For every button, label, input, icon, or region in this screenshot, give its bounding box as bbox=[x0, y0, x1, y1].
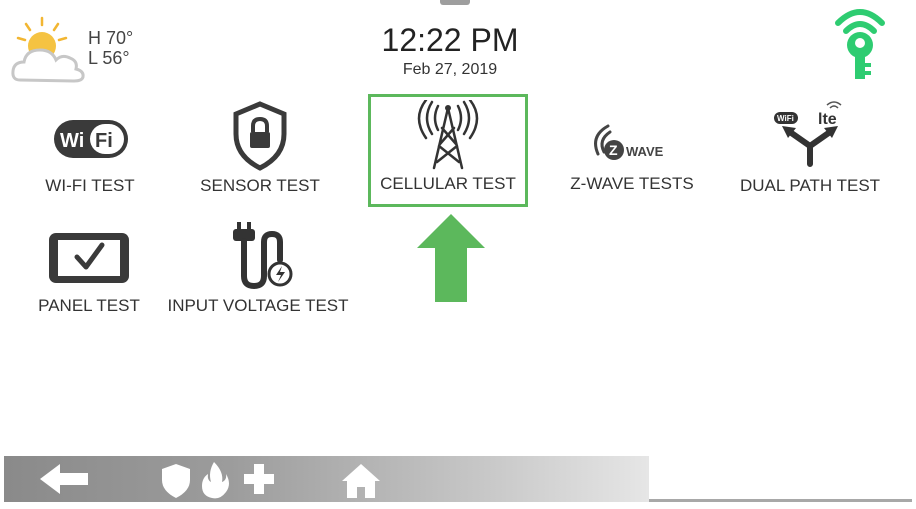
shield-lock-icon bbox=[233, 101, 287, 171]
tile-label: SENSOR TEST bbox=[200, 176, 320, 195]
svg-text:Z: Z bbox=[609, 142, 618, 158]
svg-text:WiFi: WiFi bbox=[777, 114, 794, 123]
tile-label: Z-WAVE TESTS bbox=[570, 174, 694, 193]
back-arrow-icon bbox=[40, 464, 88, 494]
svg-text:WAVE: WAVE bbox=[626, 144, 664, 159]
panel-check-icon bbox=[49, 233, 129, 283]
top-pull-tab[interactable] bbox=[440, 0, 470, 5]
svg-text:Wi: Wi bbox=[60, 130, 84, 152]
home-icon bbox=[342, 464, 380, 498]
power-plug-icon bbox=[233, 222, 293, 290]
weather-widget[interactable]: H 70° L 56° bbox=[10, 14, 150, 86]
clock-time: 12:22 PM bbox=[381, 22, 519, 58]
clock: 12:22 PM Feb 27, 2019 bbox=[330, 22, 570, 80]
fire-icon bbox=[202, 462, 229, 499]
zwave-icon: Z WAVE bbox=[594, 124, 664, 160]
back-button[interactable] bbox=[34, 456, 94, 502]
tile-label: WI-FI TEST bbox=[45, 176, 135, 195]
svg-text:Fi: Fi bbox=[95, 130, 113, 152]
up-arrow-indicator bbox=[417, 214, 485, 302]
medical-button[interactable] bbox=[238, 456, 280, 502]
tile-zwave-tests[interactable]: Z WAVE Z-WAVE TESTS bbox=[562, 118, 702, 198]
partly-cloudy-icon bbox=[11, 16, 85, 83]
tile-sensor-test[interactable]: SENSOR TEST bbox=[190, 100, 330, 198]
security-button[interactable] bbox=[156, 456, 196, 502]
fire-button[interactable] bbox=[196, 456, 232, 502]
home-button[interactable] bbox=[338, 456, 384, 502]
tile-panel-test[interactable]: PANEL TEST bbox=[26, 228, 152, 318]
clock-date: Feb 27, 2019 bbox=[402, 61, 498, 78]
bottom-divider bbox=[649, 499, 912, 502]
dual-path-icon: WiFi lte bbox=[774, 101, 842, 167]
low-temp: L 56° bbox=[88, 48, 130, 68]
tile-input-voltage-test[interactable]: INPUT VOLTAGE TEST bbox=[160, 220, 356, 318]
highlight-frame bbox=[368, 94, 528, 207]
high-temp: H 70° bbox=[88, 28, 134, 48]
temperature-readout: H 70° L 56° bbox=[88, 28, 133, 68]
wifi-icon: Wi Fi bbox=[54, 120, 128, 158]
shield-icon bbox=[162, 464, 190, 498]
tile-wifi-test[interactable]: Wi Fi WI-FI TEST bbox=[30, 108, 150, 198]
key-signal-icon[interactable] bbox=[832, 5, 888, 90]
svg-text:lte: lte bbox=[818, 111, 837, 128]
tile-label: DUAL PATH TEST bbox=[739, 176, 881, 195]
tile-label: PANEL TEST bbox=[38, 296, 140, 315]
tile-dual-path-test[interactable]: WiFi lte DUAL PATH TEST bbox=[730, 100, 890, 198]
medical-plus-icon bbox=[244, 464, 274, 494]
tile-label: INPUT VOLTAGE TEST bbox=[167, 296, 349, 315]
bottom-nav-bar bbox=[4, 456, 649, 502]
